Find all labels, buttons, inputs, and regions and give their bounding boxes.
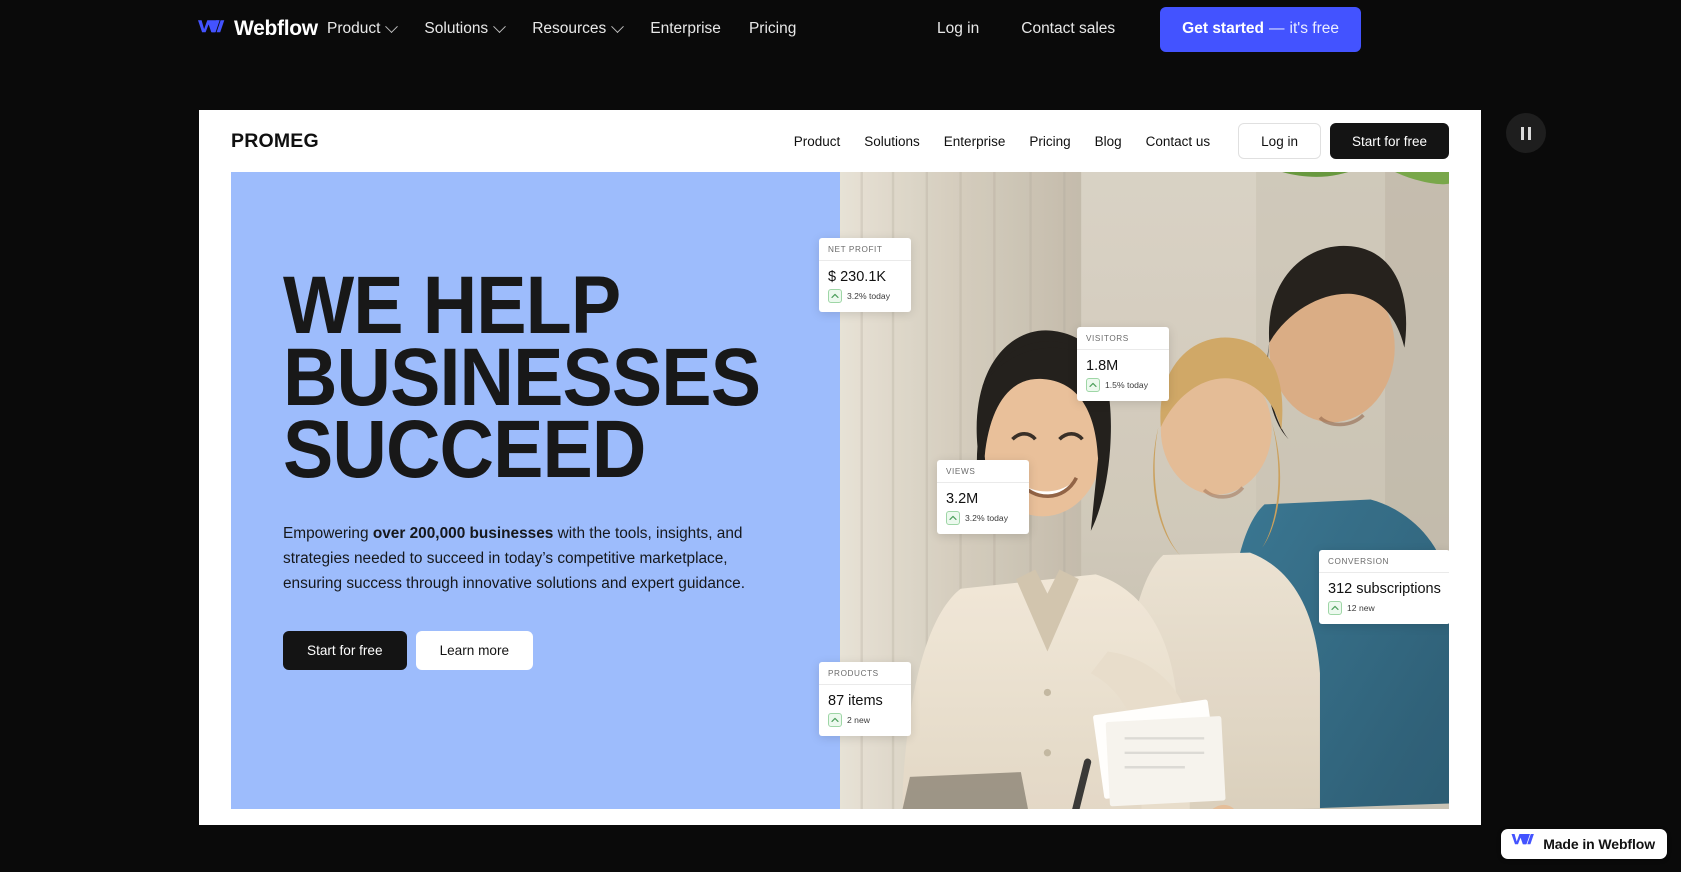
webflow-wordmark: Webflow (234, 17, 318, 40)
stat-card-visitors-value: 1.8M (1086, 358, 1119, 374)
stat-card-conversion-body: 312 subscriptions 12 new (1319, 573, 1449, 624)
webflow-contact-sales-link[interactable]: Contact sales (1021, 20, 1115, 38)
nav-item-solutions[interactable]: Solutions (424, 19, 507, 38)
webflow-logo-icon (1511, 833, 1535, 855)
webflow-logo-icon (198, 19, 225, 39)
stat-card-visitors-label: VISITORS (1077, 327, 1169, 350)
nav-item-resources[interactable]: Resources (532, 19, 625, 38)
stat-card-net-profit-label: NET PROFIT (819, 238, 911, 261)
nav-item-product-label: Product (327, 20, 381, 37)
nav-item-enterprise[interactable]: Enterprise (650, 20, 721, 38)
made-in-webflow-label: Made in Webflow (1543, 836, 1655, 852)
hero-paragraph-highlight: over 200,000 businesses (372, 525, 554, 543)
stat-card-products: PRODUCTS 87 items 2 new (819, 662, 911, 736)
chevron-down-icon (611, 19, 625, 33)
get-started-dash: — (1269, 20, 1285, 37)
hero-content: WE HELP BUSINESSES SUCCEED Empowering ov… (231, 172, 840, 809)
trend-up-icon (946, 511, 960, 525)
stat-card-net-profit-delta: 3.2% today (828, 289, 902, 303)
webflow-top-navbar: Webflow Product Solutions Resources Ente… (0, 0, 1681, 58)
site-nav: Product Solutions Enterprise Pricing Blo… (782, 123, 1449, 159)
stat-card-views-delta: 3.2% today (946, 511, 1020, 525)
hero-paragraph-pre: Empowering (283, 525, 373, 543)
hero-photo-area (840, 172, 1449, 809)
made-in-webflow-badge[interactable]: Made in Webflow (1501, 829, 1667, 859)
hero-actions: Start for free Learn more (283, 631, 840, 671)
stat-card-net-profit-body: $ 230.1K 3.2% today (819, 261, 911, 312)
site-header: PROMEG Product Solutions Enterprise Pric… (199, 110, 1481, 172)
hero-start-for-free-button[interactable]: Start for free (283, 631, 407, 671)
get-started-bold-label: Get started (1182, 20, 1265, 37)
chevron-down-icon (385, 19, 399, 33)
nav-item-product[interactable]: Product (327, 19, 399, 38)
pause-icon-bar-right (1528, 126, 1531, 140)
webflow-nav-actions: Log in Contact sales Get started — it's … (937, 6, 1361, 52)
nav-item-pricing-label: Pricing (748, 20, 797, 37)
nav-item-pricing[interactable]: Pricing (749, 20, 796, 38)
site-login-button[interactable]: Log in (1238, 123, 1321, 159)
site-nav-contact-us[interactable]: Contact us (1134, 134, 1223, 149)
hero-learn-more-button[interactable]: Learn more (415, 631, 534, 671)
stat-card-net-profit: NET PROFIT $ 230.1K 3.2% today (819, 238, 911, 312)
chevron-down-icon (493, 19, 507, 33)
stat-card-views-value: 3.2M (946, 491, 979, 507)
webflow-logo[interactable]: Webflow (198, 17, 318, 41)
trend-up-icon (828, 713, 842, 727)
nav-item-resources-label: Resources (532, 20, 607, 37)
site-nav-enterprise[interactable]: Enterprise (932, 134, 1018, 149)
stat-card-products-body: 87 items 2 new (819, 685, 911, 736)
stat-card-products-label: PRODUCTS (819, 662, 911, 685)
site-nav-pricing[interactable]: Pricing (1017, 134, 1082, 149)
stat-card-visitors-body: 1.8M 1.5% today (1077, 350, 1169, 401)
template-preview-canvas: PROMEG Product Solutions Enterprise Pric… (199, 110, 1481, 825)
stat-card-views-delta-text: 3.2% today (965, 513, 1008, 523)
trend-up-icon (828, 289, 842, 303)
stat-card-views-body: 3.2M 3.2% today (937, 483, 1029, 534)
site-brand-logo[interactable]: PROMEG (231, 130, 319, 153)
get-started-button[interactable]: Get started — it's free (1160, 6, 1361, 52)
site-nav-solutions[interactable]: Solutions (852, 134, 932, 149)
stat-card-views: VIEWS 3.2M 3.2% today (937, 460, 1029, 534)
hero-headline: WE HELP BUSINESSES SUCCEED (283, 265, 761, 491)
stat-card-products-delta: 2 new (828, 713, 902, 727)
stat-card-products-delta-text: 2 new (847, 715, 870, 725)
stat-card-visitors-delta: 1.5% today (1086, 378, 1160, 392)
stat-card-conversion: CONVERSION 312 subscriptions 12 new (1319, 550, 1449, 624)
stat-card-conversion-value: 312 subscriptions (1328, 581, 1441, 597)
get-started-free-label: it's free (1289, 20, 1339, 37)
stat-card-net-profit-value: $ 230.1K (828, 269, 887, 285)
stat-card-conversion-delta: 12 new (1328, 601, 1441, 615)
stat-card-net-profit-delta-text: 3.2% today (847, 291, 890, 301)
trend-up-icon (1086, 378, 1100, 392)
hero-paragraph: Empowering over 200,000 businesses with … (283, 522, 747, 597)
pause-preview-button[interactable] (1506, 113, 1546, 153)
hero-section: WE HELP BUSINESSES SUCCEED Empowering ov… (231, 172, 1449, 809)
site-nav-product[interactable]: Product (782, 134, 853, 149)
nav-item-solutions-label: Solutions (424, 20, 489, 37)
nav-item-enterprise-label: Enterprise (650, 20, 721, 37)
webflow-login-link[interactable]: Log in (937, 20, 979, 38)
stat-card-products-value: 87 items (828, 693, 883, 709)
hero-headline-line-3: SUCCEED (283, 404, 646, 496)
pause-icon-bar-left (1521, 126, 1524, 140)
stat-card-visitors: VISITORS 1.8M 1.5% today (1077, 327, 1169, 401)
trend-up-icon (1328, 601, 1342, 615)
site-nav-blog[interactable]: Blog (1083, 134, 1134, 149)
stat-card-views-label: VIEWS (937, 460, 1029, 483)
stat-card-conversion-label: CONVERSION (1319, 550, 1449, 573)
stat-card-conversion-delta-text: 12 new (1347, 603, 1375, 613)
hero-photograph (840, 172, 1449, 809)
stat-card-visitors-delta-text: 1.5% today (1105, 380, 1148, 390)
site-start-for-free-button[interactable]: Start for free (1329, 123, 1449, 159)
webflow-primary-nav: Product Solutions Resources Enterprise P… (327, 19, 796, 38)
